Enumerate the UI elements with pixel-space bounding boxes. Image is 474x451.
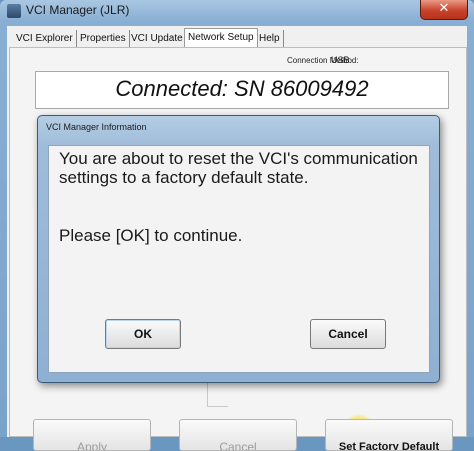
apply-button[interactable]: Apply bbox=[33, 419, 151, 451]
window-title: VCI Manager (JLR) bbox=[26, 3, 130, 17]
tab-help[interactable]: Help bbox=[256, 30, 284, 47]
dialog-title[interactable]: VCI Manager Information bbox=[46, 122, 147, 132]
connection-status-box: Connected: SN 86009492 bbox=[35, 71, 449, 109]
connection-method-value: USB bbox=[331, 55, 350, 65]
app-window: VCI Manager (JLR) ✕ VCI Explorer Propert… bbox=[0, 0, 474, 451]
connection-status: Connected: SN 86009492 bbox=[115, 76, 369, 101]
dialog-instruction: Please [OK] to continue. bbox=[59, 226, 243, 245]
tab-vci-explorer[interactable]: VCI Explorer bbox=[13, 30, 77, 47]
close-button[interactable]: ✕ bbox=[420, 0, 468, 20]
info-dialog: VCI Manager Information You are about to… bbox=[37, 115, 440, 383]
tab-vci-update[interactable]: VCI Update bbox=[128, 30, 187, 47]
ok-button[interactable]: OK bbox=[105, 319, 181, 349]
app-icon bbox=[7, 4, 21, 18]
close-icon: ✕ bbox=[438, 1, 450, 16]
dialog-cancel-button[interactable]: Cancel bbox=[310, 319, 386, 349]
title-bar[interactable]: VCI Manager (JLR) ✕ bbox=[0, 0, 474, 22]
dialog-message: You are about to reset the VCI's communi… bbox=[59, 149, 418, 187]
set-factory-default-button[interactable]: Set Factory Default bbox=[325, 419, 453, 451]
tab-network-setup[interactable]: Network Setup bbox=[184, 28, 258, 49]
tab-properties[interactable]: Properties bbox=[77, 30, 130, 47]
cancel-button[interactable]: Cancel bbox=[179, 419, 297, 451]
dialog-body: You are about to reset the VCI's communi… bbox=[48, 145, 430, 373]
